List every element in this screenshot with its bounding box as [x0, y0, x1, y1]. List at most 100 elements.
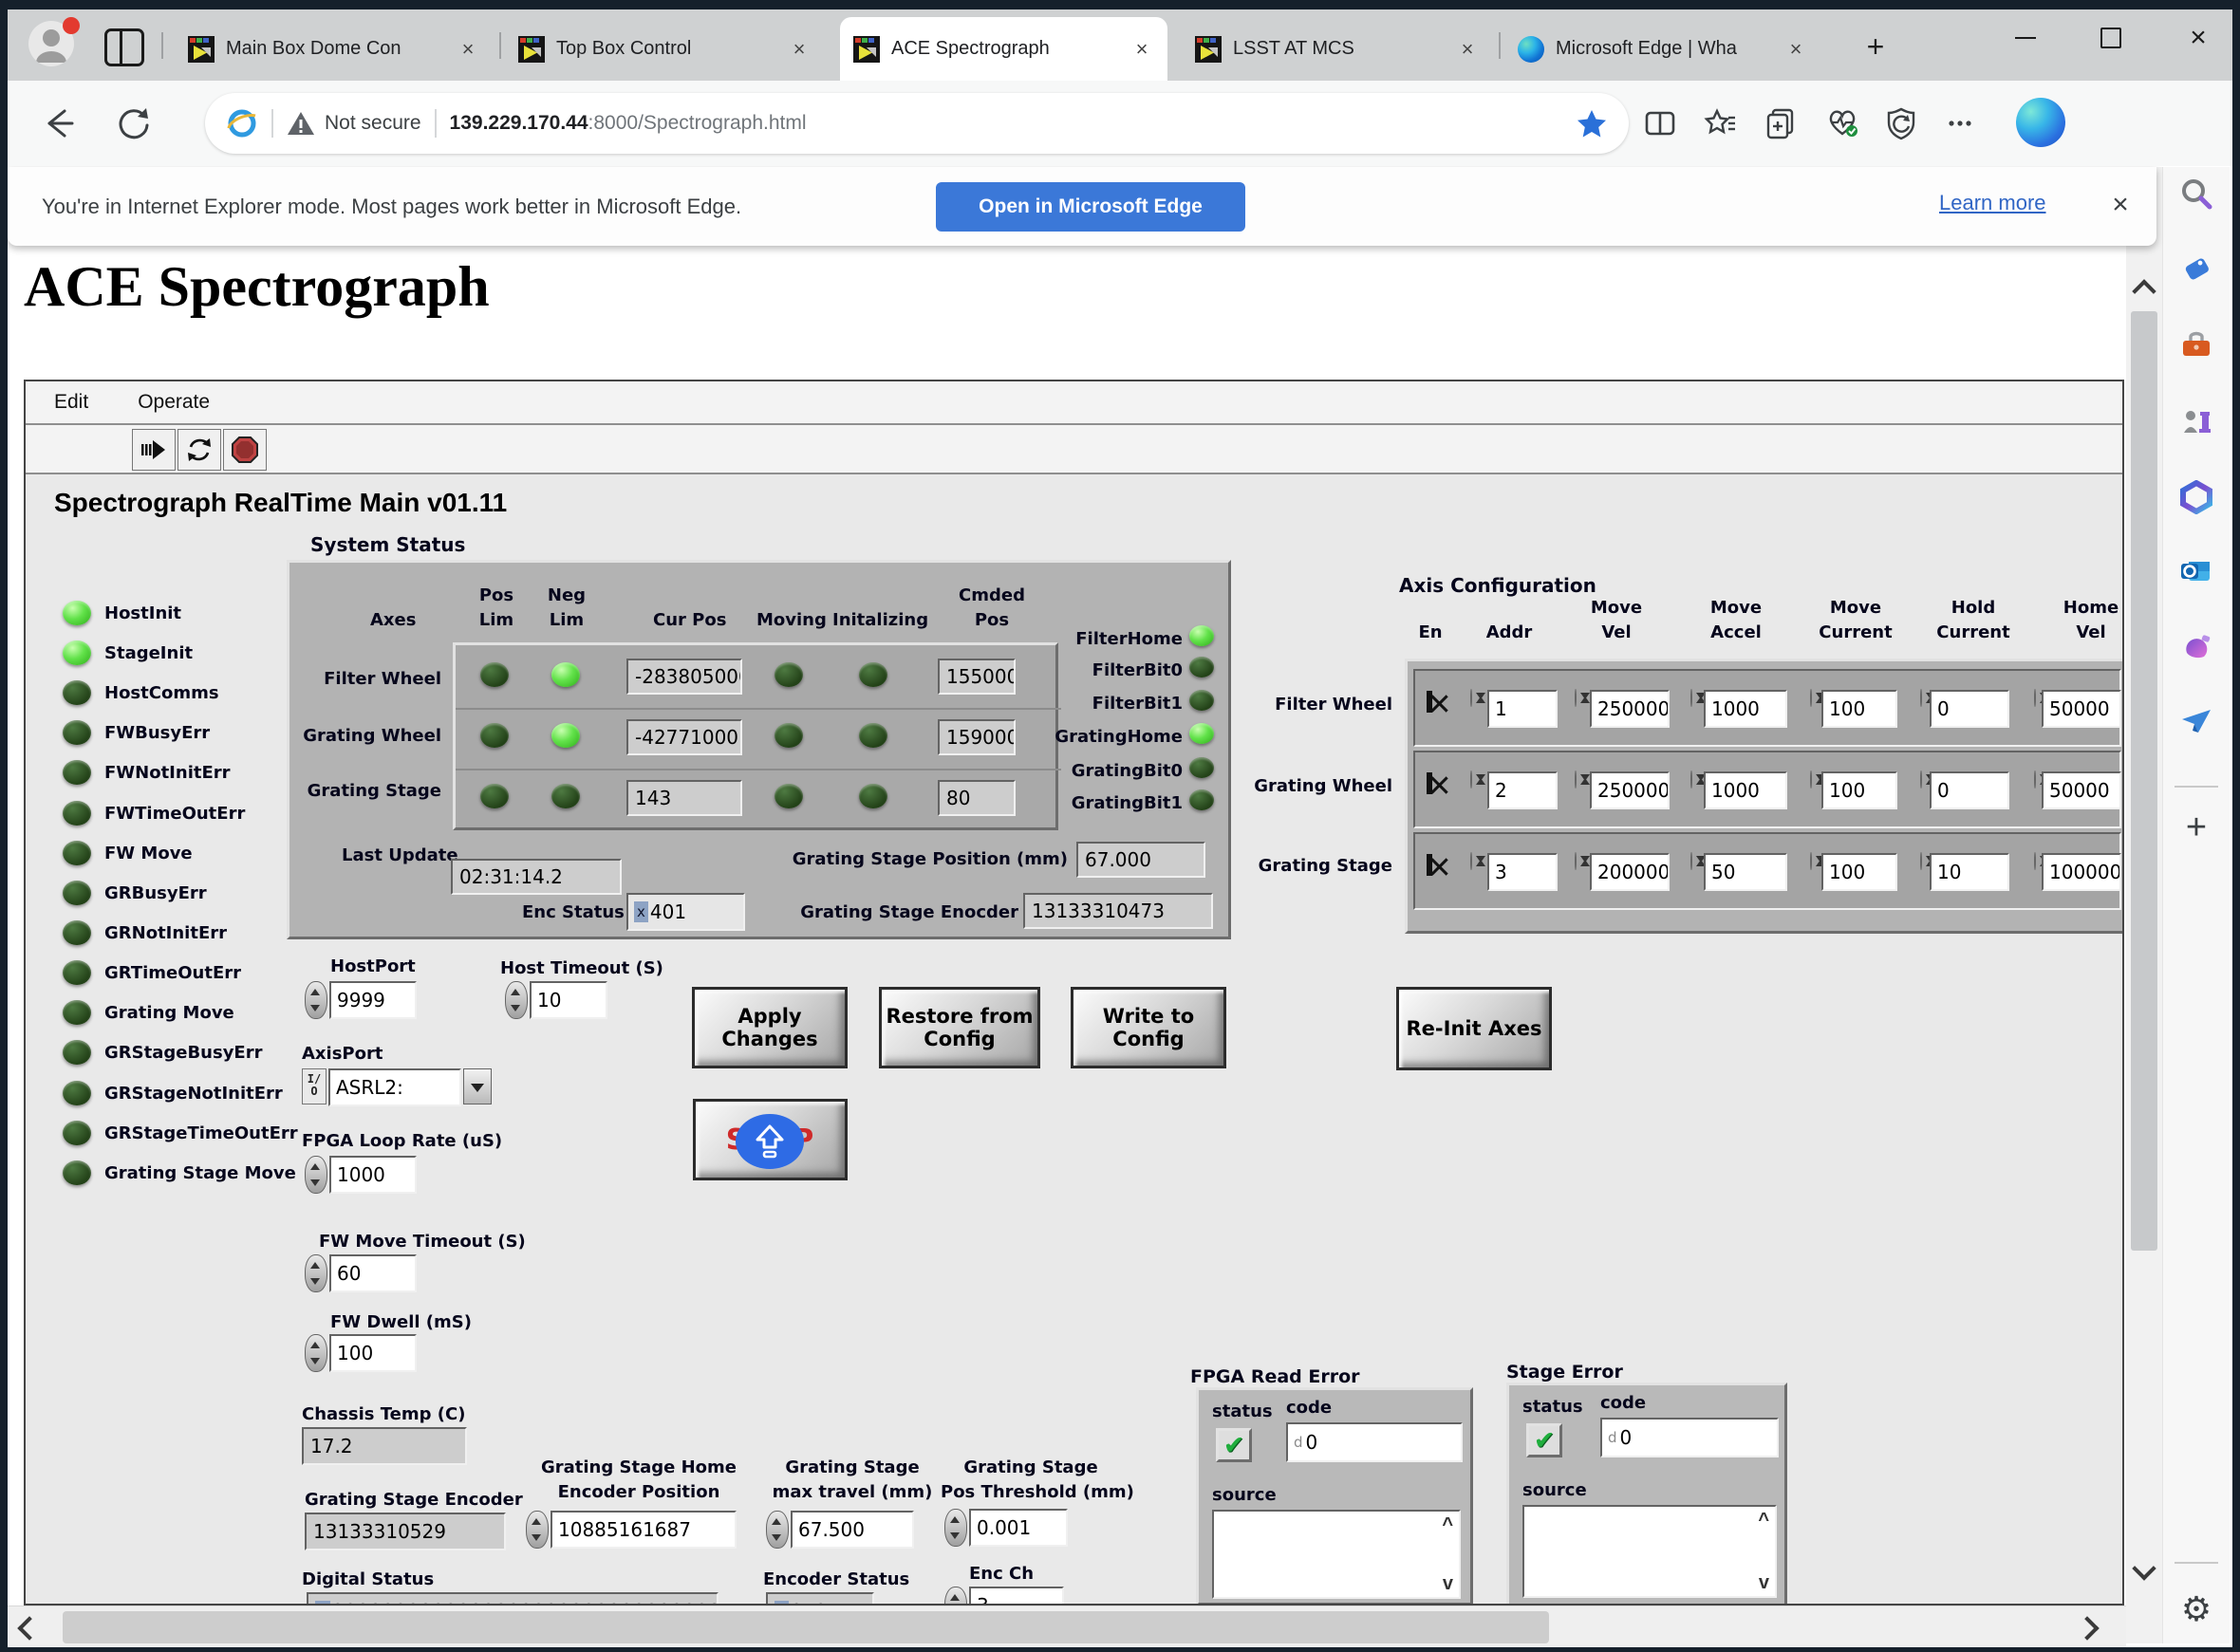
enable-checkbox[interactable] — [1427, 691, 1432, 713]
addr-field[interactable]: 1 — [1487, 690, 1558, 728]
games-icon[interactable] — [2177, 402, 2215, 440]
dropdown-arrow-icon[interactable] — [463, 1068, 492, 1104]
ie-mode-shield-icon[interactable] — [1883, 105, 1919, 141]
host-timeout-control[interactable]: 10 — [505, 981, 607, 1019]
reinit-axes-button[interactable]: Re-Init Axes — [1396, 987, 1552, 1070]
spinner[interactable] — [1810, 770, 1812, 789]
customize-sidebar-plus[interactable]: + — [2177, 808, 2215, 846]
restore-from-config-button[interactable]: Restore from Config — [879, 987, 1040, 1068]
spinner[interactable] — [305, 981, 327, 1019]
status-boolean[interactable]: ✔ — [1216, 1428, 1252, 1462]
scroll-up-icon[interactable] — [2132, 279, 2156, 303]
spinner[interactable] — [1690, 770, 1692, 789]
radix-hex[interactable]: x — [634, 901, 648, 922]
tab-close-icon[interactable] — [1783, 37, 1808, 62]
spinner[interactable] — [305, 1254, 327, 1292]
gs-home-enc-control[interactable]: 10885161687 — [526, 1511, 737, 1549]
enc-ch-control[interactable]: 3 — [944, 1587, 1064, 1606]
vertical-scrollbar-thumb[interactable] — [2131, 311, 2157, 1251]
move-current-field[interactable]: 100 — [1821, 690, 1897, 728]
run-button[interactable] — [132, 429, 176, 471]
home-vel-field[interactable]: 50000 — [2042, 690, 2121, 728]
code-field[interactable]: d 0 — [1286, 1422, 1463, 1462]
copilot-icon[interactable] — [2016, 98, 2065, 147]
spinner[interactable] — [766, 1511, 789, 1549]
spinner[interactable] — [1810, 689, 1812, 707]
tab-main-box-dome[interactable]: Main Box Dome Con — [175, 17, 494, 81]
spinner[interactable] — [1920, 852, 1922, 870]
learn-more-link[interactable]: Learn more — [1939, 191, 2046, 215]
hold-current-field[interactable]: 0 — [1930, 771, 2009, 809]
vertical-scrollbar[interactable] — [2126, 167, 2162, 1643]
move-current-field[interactable]: 100 — [1821, 853, 1897, 891]
run-continuous-button[interactable] — [177, 429, 221, 471]
abort-button[interactable] — [223, 429, 267, 471]
favorites-icon[interactable] — [1703, 105, 1739, 141]
split-screen-icon[interactable] — [1642, 105, 1678, 141]
shopping-icon[interactable] — [2177, 251, 2215, 288]
scroll-right-icon[interactable] — [2075, 1616, 2099, 1640]
tab-lsst-at-mcs[interactable]: LSST AT MCS — [1182, 17, 1493, 81]
spinner[interactable] — [1920, 689, 1922, 707]
home-vel-field[interactable]: 100000 — [2042, 853, 2121, 891]
home-vel-field[interactable]: 50000 — [2042, 771, 2121, 809]
scroll-overlay-icon[interactable] — [736, 1114, 804, 1169]
move-vel-field[interactable]: 250000 — [1590, 771, 1670, 809]
search-icon[interactable] — [2177, 175, 2215, 213]
new-tab-button[interactable] — [1857, 28, 1895, 66]
spinner[interactable] — [526, 1511, 549, 1549]
scroll-up-icon[interactable]: ^ — [1442, 1517, 1453, 1532]
browser-essentials-icon[interactable] — [1824, 105, 1860, 141]
code-field[interactable]: d 0 — [1600, 1418, 1779, 1457]
host-port-control[interactable]: 9999 — [305, 981, 417, 1019]
tab-close-icon[interactable] — [787, 37, 812, 62]
outlook-icon[interactable] — [2177, 552, 2215, 590]
menu-edit[interactable]: Edit — [54, 391, 88, 414]
tools-icon[interactable] — [2177, 326, 2215, 364]
minimize-button[interactable] — [1991, 9, 2060, 66]
gs-max-travel-control[interactable]: 67.500 — [766, 1511, 914, 1549]
apply-changes-button[interactable]: Apply Changes — [692, 987, 848, 1068]
scroll-down-icon[interactable] — [2132, 1556, 2156, 1580]
horizontal-scrollbar[interactable] — [8, 1606, 2126, 1648]
move-accel-field[interactable]: 1000 — [1704, 771, 1787, 809]
radix-decimal[interactable]: d — [1294, 1434, 1303, 1451]
spinner[interactable] — [505, 981, 528, 1019]
horizontal-scrollbar-thumb[interactable] — [63, 1611, 1549, 1643]
tab-close-icon[interactable] — [1455, 37, 1480, 62]
spinner[interactable] — [305, 1334, 327, 1372]
spinner[interactable] — [1470, 689, 1472, 707]
fpga-loop-rate-control[interactable]: 1000 — [305, 1156, 417, 1194]
open-in-edge-button[interactable]: Open in Microsoft Edge — [936, 182, 1245, 232]
workspaces-icon[interactable] — [104, 28, 144, 66]
close-button[interactable] — [2164, 9, 2232, 66]
spinner[interactable] — [1575, 770, 1577, 789]
gs-pos-threshold-control[interactable]: 0.001 — [944, 1509, 1068, 1547]
spinner[interactable] — [1810, 852, 1812, 870]
spinner[interactable] — [1575, 689, 1577, 707]
spinner[interactable] — [944, 1509, 967, 1547]
spinner[interactable] — [1470, 770, 1472, 789]
address-bar[interactable]: Not secure 139.229.170.44:8000/Spectrogr… — [205, 93, 1629, 154]
tab-ace-spectrograph[interactable]: ACE Spectrograph — [840, 17, 1167, 81]
scroll-down-icon[interactable]: v — [1443, 1576, 1453, 1591]
move-current-field[interactable]: 100 — [1821, 771, 1897, 809]
spinner[interactable] — [2034, 689, 2036, 707]
fw-dwell-control[interactable]: 100 — [305, 1334, 417, 1372]
move-accel-field[interactable]: 1000 — [1704, 690, 1787, 728]
settings-gear-icon[interactable]: ⚙ — [2177, 1590, 2215, 1628]
source-field[interactable]: ^ v — [1522, 1505, 1777, 1598]
spinner[interactable] — [305, 1156, 327, 1194]
axis-port-combo[interactable]: ASRL2: — [302, 1068, 492, 1106]
drop-icon[interactable] — [2177, 702, 2215, 740]
image-creator-icon[interactable] — [2177, 628, 2215, 666]
move-vel-field[interactable]: 250000 — [1590, 690, 1670, 728]
refresh-button[interactable] — [112, 102, 156, 145]
hold-current-field[interactable]: 10 — [1930, 853, 2009, 891]
tab-close-icon[interactable] — [1129, 37, 1154, 62]
more-menu-icon[interactable] — [1942, 105, 1978, 141]
hold-current-field[interactable]: 0 — [1930, 690, 2009, 728]
spinner[interactable] — [2034, 852, 2036, 870]
addr-field[interactable]: 2 — [1487, 771, 1558, 809]
tab-microsoft-edge[interactable]: Microsoft Edge | Wha — [1504, 17, 1821, 81]
